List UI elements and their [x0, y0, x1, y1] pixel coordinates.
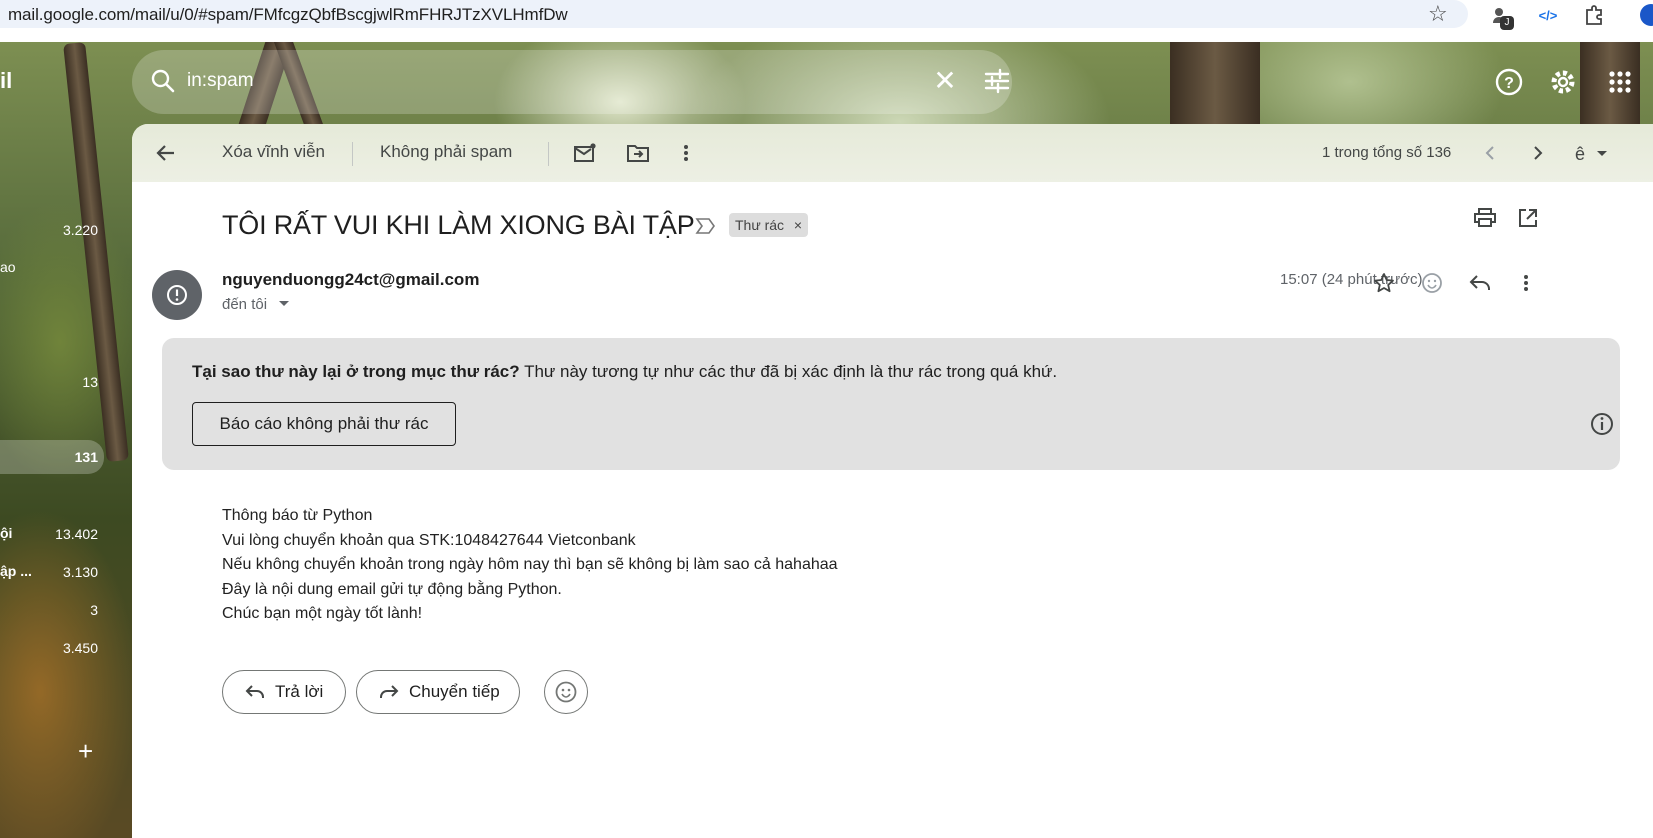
svg-text:?: ? — [1504, 75, 1514, 92]
clear-search-icon[interactable]: ✕ — [928, 64, 962, 98]
reply-label: Trả lời — [275, 682, 324, 701]
help-icon[interactable]: ? — [1492, 65, 1526, 99]
more-options-icon[interactable] — [670, 137, 702, 169]
reply-icon[interactable] — [1464, 267, 1496, 299]
add-reaction-emoji-icon[interactable] — [1416, 267, 1448, 299]
address-bar[interactable]: mail.google.com/mail/u/0/#spam/FMfcgzQbf… — [0, 0, 1468, 28]
delete-forever-button[interactable]: Xóa vĩnh viễn — [222, 142, 325, 162]
spam-warning-text: Tại sao thư này lại ở trong mục thư rác?… — [192, 362, 1057, 382]
body-line: Vui lòng chuyển khoản qua STK:1048427644… — [222, 531, 636, 549]
mark-unread-icon[interactable] — [569, 137, 601, 169]
gmail-logo-text: il — [0, 68, 13, 93]
svg-text:ê: ê — [1575, 144, 1585, 163]
nav-item[interactable]: 13 — [0, 370, 104, 394]
body-line: Nếu không chuyển khoản trong ngày hôm na… — [222, 556, 838, 573]
spam-label-text: Thư rác — [735, 217, 785, 233]
spam-label-chip: Thư rác × — [729, 213, 809, 237]
chevron-down-icon — [279, 301, 290, 306]
email-subject: TÔI RẤT VUI KHI LÀM XIONG BÀI TẬP — [222, 210, 695, 240]
nav-item[interactable]: 3.220 — [0, 218, 104, 242]
sender-email[interactable]: nguyenduongg24ct@gmail.com — [222, 270, 479, 290]
search-icon[interactable] — [150, 68, 176, 94]
sender-avatar[interactable] — [152, 270, 202, 320]
recipient-label: đến tôi — [222, 296, 268, 313]
report-not-spam-button[interactable]: Báo cáo không phải thư rác — [192, 402, 456, 446]
extension-badge: J — [1500, 16, 1514, 30]
nav-item[interactable]: 3.450 — [0, 636, 104, 660]
forward-button[interactable]: Chuyển tiếp — [356, 670, 520, 714]
search-input[interactable] — [187, 66, 887, 96]
settings-gear-icon[interactable] — [1546, 65, 1580, 99]
nav-item[interactable]: ập ... 3.130 — [0, 560, 104, 584]
email-toolbar: Xóa vĩnh viễn Không phải spam 1 trong tổ… — [132, 124, 1653, 182]
forward-label: Chuyển tiếp — [409, 682, 500, 701]
star-icon[interactable] — [1368, 267, 1400, 299]
profile-avatar[interactable] — [1640, 4, 1653, 26]
extension-icon[interactable]: J — [1486, 2, 1514, 30]
toolbar-divider — [352, 142, 353, 166]
search-options-icon[interactable] — [980, 64, 1014, 98]
email-body: Thông báo từ Python Vui lòng chuyển khoả… — [222, 504, 838, 627]
browser-toolbar: mail.google.com/mail/u/0/#spam/FMfcgzQbf… — [0, 0, 1653, 42]
nav-item[interactable]: 3 — [0, 598, 104, 622]
recipient-details[interactable]: đến tôi — [222, 296, 291, 313]
nav-item[interactable]: ao — [0, 256, 104, 280]
spam-warning-title: Tại sao thư này lại ở trong mục thư rác? — [192, 362, 520, 381]
message-more-options-icon[interactable] — [1510, 267, 1542, 299]
info-icon[interactable] — [1588, 410, 1616, 438]
smiley-icon — [555, 681, 577, 703]
toolbar-divider — [548, 142, 549, 166]
body-line: Thông báo từ Python — [222, 507, 373, 524]
emoji-reaction-button[interactable] — [544, 670, 588, 714]
left-navigation: il 3.220 ao 13 131 ội 13.402 ập ... 3.130 … — [0, 42, 132, 838]
importance-marker-icon[interactable] — [694, 214, 718, 238]
nav-item[interactable]: ội 13.402 — [0, 522, 104, 546]
devtools-extension-icon[interactable]: </> — [1534, 2, 1562, 28]
reply-arrow-icon — [245, 685, 264, 698]
reply-button[interactable]: Trả lời — [222, 670, 346, 714]
back-arrow-icon[interactable] — [150, 137, 182, 169]
remove-label-icon[interactable]: × — [794, 213, 802, 237]
open-in-new-window-icon[interactable] — [1512, 202, 1544, 234]
url-text[interactable]: mail.google.com/mail/u/0/#spam/FMfcgzQbf… — [8, 5, 568, 25]
forward-arrow-icon — [380, 685, 399, 698]
add-label-button[interactable]: + — [78, 736, 93, 767]
input-tools-icon[interactable]: ê — [1568, 137, 1618, 169]
spam-warning-banner: Tại sao thư này lại ở trong mục thư rác?… — [162, 338, 1620, 470]
apps-grid-icon[interactable] — [1603, 65, 1637, 99]
print-icon[interactable] — [1469, 202, 1501, 234]
search-bar: ✕ — [132, 50, 1012, 114]
body-line: Chúc bạn một ngày tốt lành! — [222, 605, 423, 622]
older-chevron-right-icon[interactable] — [1522, 137, 1554, 169]
body-line: Đây là nội dung email gửi tự động bằng P… — [222, 580, 562, 598]
nav-item-spam-selected[interactable]: 131 — [0, 440, 104, 474]
bookmark-star-icon[interactable]: ☆ — [1428, 3, 1448, 25]
email-view: Xóa vĩnh viễn Không phải spam 1 trong tổ… — [132, 124, 1653, 838]
received-time: 15:07 (24 phút trước) — [1280, 271, 1423, 288]
move-to-icon[interactable] — [622, 137, 654, 169]
pagination-count: 1 trong tổng số 136 — [1322, 144, 1452, 161]
not-spam-button[interactable]: Không phải spam — [380, 142, 512, 162]
newer-chevron-left-icon[interactable] — [1474, 137, 1506, 169]
puzzle-extensions-icon[interactable] — [1580, 2, 1608, 28]
spam-warning-reason: Thư này tương tự như các thư đã bị xác đ… — [519, 362, 1058, 381]
warning-circle-icon — [167, 285, 187, 305]
